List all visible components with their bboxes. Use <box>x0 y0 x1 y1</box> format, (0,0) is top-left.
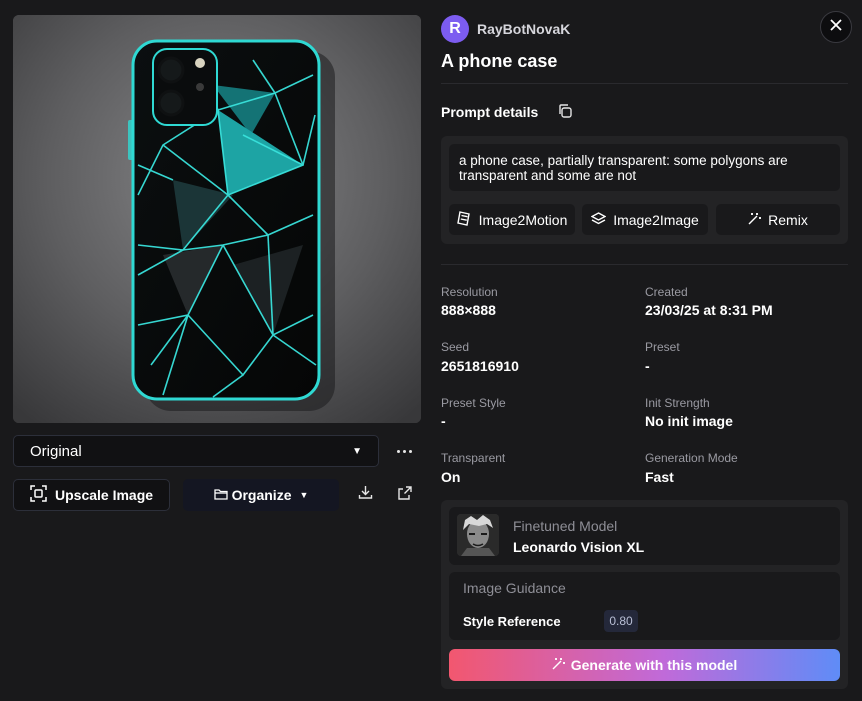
model-thumbnail <box>457 514 499 556</box>
resolution-value: 888×888 <box>441 302 496 318</box>
finetuned-model-label: Finetuned Model <box>513 518 618 534</box>
copy-icon <box>557 104 573 123</box>
remix-label: Remix <box>768 211 808 228</box>
chevron-down-icon: ▼ <box>299 490 309 500</box>
created-value: 23/03/25 at 8:31 PM <box>645 302 773 318</box>
preset-style-value: - <box>441 413 446 429</box>
layers-icon <box>590 211 607 228</box>
prompt-details-label: Prompt details <box>441 104 539 120</box>
style-reference-value: 0.80 <box>604 610 638 632</box>
chevron-down-icon: ▼ <box>352 445 362 457</box>
folder-icon <box>213 487 228 503</box>
resolution-label: Resolution <box>441 285 498 299</box>
created-label: Created <box>645 285 688 299</box>
divider <box>441 83 848 84</box>
model-panel: Finetuned Model Leonardo Vision XL Image… <box>441 500 848 689</box>
preset-style-label: Preset Style <box>441 396 506 410</box>
init-strength-label: Init Strength <box>645 396 710 410</box>
download-button[interactable] <box>354 484 376 506</box>
preset-value: - <box>645 358 650 374</box>
film-icon <box>456 210 472 229</box>
image-guidance-label: Image Guidance <box>463 580 566 596</box>
variant-value: Original <box>30 442 82 460</box>
generation-mode-label: Generation Mode <box>645 451 738 465</box>
more-dot-icon <box>408 449 412 453</box>
image2motion-button[interactable]: Image2Motion <box>449 204 575 235</box>
prompt-text: a phone case, partially transparent: som… <box>449 144 840 191</box>
preset-label: Preset <box>645 340 680 354</box>
prompt-panel: a phone case, partially transparent: som… <box>441 136 848 244</box>
transparent-value: On <box>441 469 461 485</box>
upscale-icon <box>30 485 47 505</box>
style-reference-label: Style Reference <box>463 614 561 629</box>
avatar-letter: R <box>449 20 461 37</box>
generation-mode-value: Fast <box>645 469 674 485</box>
generated-image[interactable] <box>13 15 421 423</box>
download-icon <box>358 485 373 505</box>
generate-with-model-button[interactable]: Generate with this model <box>449 649 840 681</box>
open-external-button[interactable] <box>394 484 416 506</box>
close-icon <box>830 18 842 36</box>
upscale-label: Upscale Image <box>55 487 154 503</box>
upscale-image-button[interactable]: Upscale Image <box>13 479 170 511</box>
organize-label: Organize <box>231 487 292 503</box>
magic-wand-icon <box>552 657 565 673</box>
image2image-button[interactable]: Image2Image <box>582 204 708 235</box>
image2motion-label: Image2Motion <box>478 211 568 228</box>
more-dot-icon <box>402 449 406 453</box>
close-button[interactable] <box>820 11 852 43</box>
seed-value: 2651816910 <box>441 358 519 374</box>
magic-wand-icon <box>748 212 762 228</box>
finetuned-model-name: Leonardo Vision XL <box>513 539 645 555</box>
transparent-label: Transparent <box>441 451 506 465</box>
finetuned-model-card[interactable]: Finetuned Model Leonardo Vision XL <box>449 507 840 565</box>
more-dot-icon <box>396 449 400 453</box>
page-title: A phone case <box>441 51 558 71</box>
seed-label: Seed <box>441 340 470 354</box>
more-options-button[interactable] <box>390 437 418 465</box>
remix-button[interactable]: Remix <box>716 204 840 235</box>
username[interactable]: RayBotNovaK <box>477 21 570 37</box>
variant-dropdown[interactable]: Original ▼ <box>13 435 379 467</box>
divider <box>441 264 848 265</box>
copy-prompt-button[interactable] <box>557 103 575 121</box>
generate-label: Generate with this model <box>570 657 738 673</box>
external-link-icon <box>398 485 412 505</box>
image2image-label: Image2Image <box>613 211 699 228</box>
avatar[interactable]: R <box>441 15 469 43</box>
organize-button[interactable]: Organize ▼ <box>183 479 339 511</box>
image-guidance-card: Image Guidance Style Reference 0.80 <box>449 572 840 640</box>
init-strength-value: No init image <box>645 413 733 429</box>
